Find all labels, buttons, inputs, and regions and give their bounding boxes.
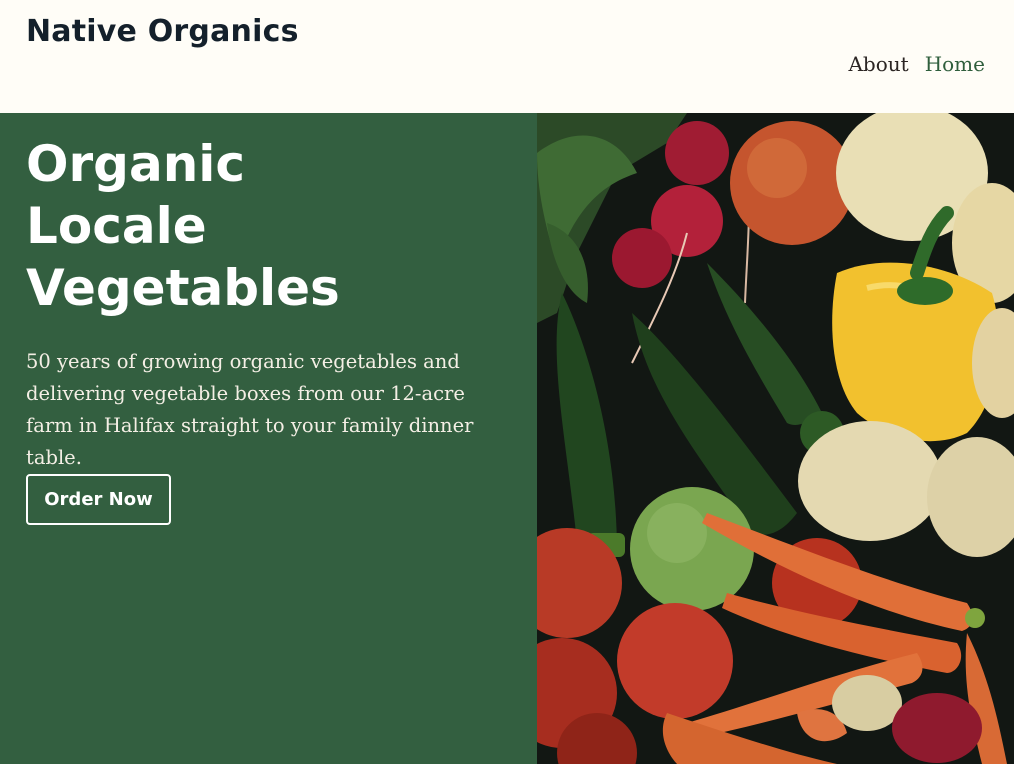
nav-link-home[interactable]: Home [925, 52, 985, 76]
site-header: Native Organics About Home [0, 0, 1014, 113]
order-now-button[interactable]: Order Now [26, 474, 171, 525]
hero-title-line: Locale [26, 197, 207, 255]
vegetables-illustration [537, 113, 1014, 764]
brand-logo[interactable]: Native Organics [26, 14, 299, 49]
nav-link-about[interactable]: About [848, 52, 908, 76]
hero-description: 50 years of growing organic vegetables a… [26, 350, 474, 469]
main-nav: About Home [848, 52, 985, 76]
hero-title: Organic Locale Vegetables [26, 133, 506, 319]
hero-title-line: Vegetables [26, 259, 340, 317]
hero-title-line: Organic [26, 135, 246, 193]
hero-image [537, 113, 1014, 764]
